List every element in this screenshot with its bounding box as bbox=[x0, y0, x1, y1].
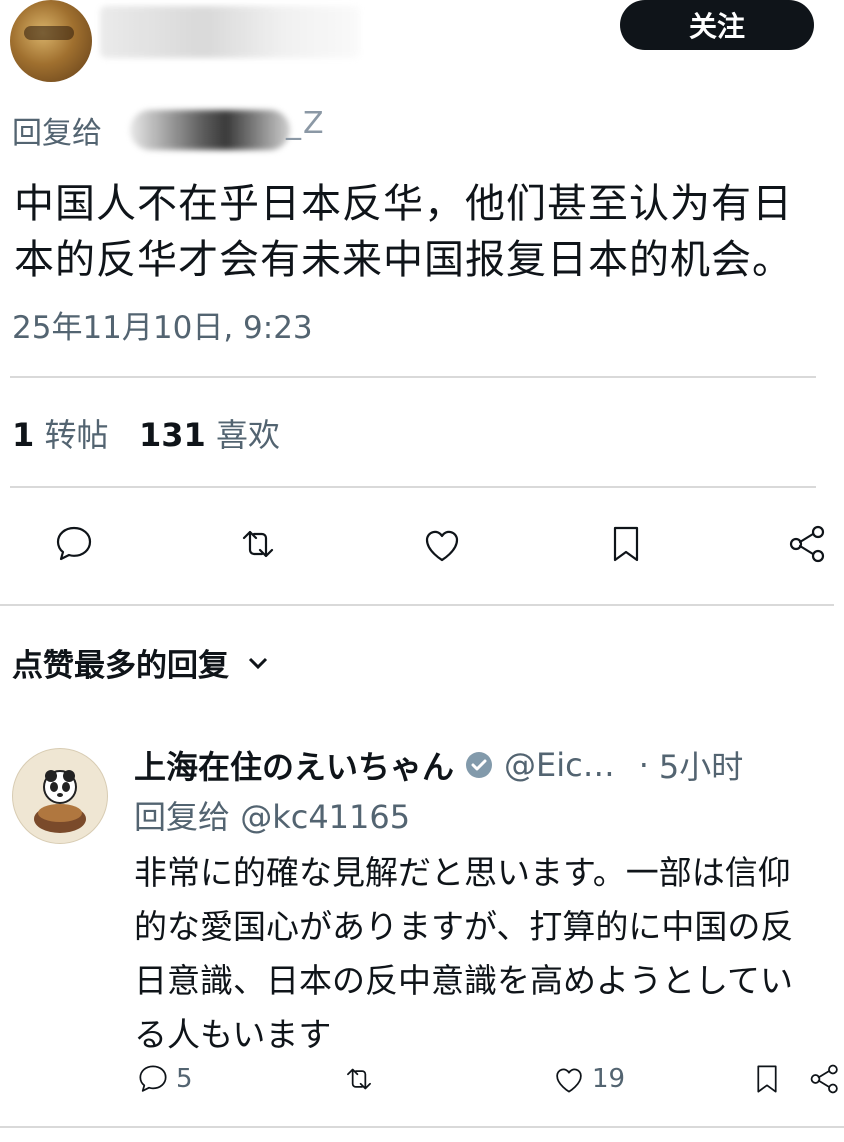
author-name-blurred bbox=[100, 6, 360, 58]
reply-text-line: 的な愛国心がありますが、打算的に中国の反 bbox=[134, 907, 794, 946]
reply-icon bbox=[139, 1065, 167, 1092]
tweet-timestamp[interactable]: 25年11月10日, 9:23 bbox=[12, 302, 313, 347]
reply-avatar[interactable] bbox=[12, 748, 108, 844]
reply-header: 上海在住のえいちゃん @Eic… · 5小时 bbox=[134, 742, 743, 788]
like-count: 19 bbox=[592, 1064, 626, 1094]
reply-time[interactable]: 5小时 bbox=[659, 742, 743, 788]
replies-sort-dropdown[interactable]: 点赞最多的回复 bbox=[12, 640, 271, 685]
like-icon bbox=[425, 530, 459, 562]
reply-text: 非常に的確な見解だと思います。一部は信仰 的な愛国心がありますが、打算的に中国の… bbox=[134, 846, 844, 1062]
divider bbox=[0, 604, 834, 606]
reply-share-button[interactable] bbox=[806, 1060, 844, 1098]
reply-button[interactable] bbox=[44, 514, 104, 574]
bookmark-icon bbox=[757, 1065, 777, 1093]
author-avatar[interactable] bbox=[10, 0, 92, 82]
repost-icon bbox=[347, 1068, 371, 1090]
reply-to-label: 回复给 bbox=[12, 116, 102, 151]
reply-to-handle-blurred[interactable] bbox=[130, 110, 290, 150]
divider bbox=[10, 486, 816, 488]
reply-to-handle-tail: _Z bbox=[286, 106, 326, 141]
reply-text-line: 非常に的確な見解だと思います。一部は信仰 bbox=[134, 853, 791, 892]
bookmark-icon bbox=[613, 526, 639, 562]
like-count[interactable]: 131 bbox=[139, 416, 206, 454]
reply-repost-button[interactable] bbox=[340, 1060, 378, 1098]
share-icon bbox=[810, 1064, 838, 1094]
chevron-down-icon bbox=[248, 657, 268, 669]
divider bbox=[10, 376, 816, 378]
reply-like-button[interactable]: 19 bbox=[550, 1060, 625, 1098]
reply-author-handle[interactable]: @Eic… bbox=[504, 746, 615, 784]
repost-count[interactable]: 1 bbox=[12, 416, 34, 454]
repost-icon bbox=[242, 530, 274, 558]
follow-button[interactable]: 关注 bbox=[620, 0, 814, 50]
reply-count: 5 bbox=[176, 1064, 193, 1094]
sort-label: 点赞最多的回复 bbox=[12, 648, 229, 684]
repost-label[interactable]: 转帖 bbox=[44, 416, 108, 454]
tweet-text-line: 本的反华才会有未来中国报复日本的机会。 bbox=[14, 237, 793, 283]
separator-dot: · bbox=[638, 746, 649, 784]
reply-icon bbox=[56, 526, 92, 561]
verified-badge-icon bbox=[466, 752, 493, 778]
like-icon bbox=[556, 1068, 582, 1093]
share-icon bbox=[789, 525, 825, 563]
bookmark-button[interactable] bbox=[596, 514, 656, 574]
reply-to-handle[interactable]: @kc41165 bbox=[240, 798, 410, 836]
tweet-text-line: 中国人不在乎日本反华，他们甚至认为有日 bbox=[14, 181, 793, 227]
divider bbox=[0, 1126, 844, 1128]
repost-button[interactable] bbox=[228, 514, 288, 574]
tweet-text: 中国人不在乎日本反华，他们甚至认为有日 本的反华才会有未来中国报复日本的机会。 bbox=[14, 176, 844, 288]
reply-to-line: 回复给 @kc41165 bbox=[134, 792, 410, 838]
tweet-stats: 1 转帖 131 喜欢 bbox=[12, 410, 280, 456]
reply-bookmark-button[interactable] bbox=[748, 1060, 786, 1098]
reply-text-line: 日意識、日本の反中意識を高めようとしてい bbox=[134, 961, 794, 1000]
reply-author-name[interactable]: 上海在住のえいちゃん bbox=[134, 742, 454, 788]
reply-text-line: る人もいます bbox=[134, 1015, 332, 1054]
like-button[interactable] bbox=[412, 514, 472, 574]
reply-to-label: 回复给 bbox=[134, 798, 231, 836]
like-label[interactable]: 喜欢 bbox=[216, 416, 280, 454]
reply-reply-button[interactable]: 5 bbox=[134, 1060, 193, 1098]
share-button[interactable] bbox=[778, 514, 838, 574]
